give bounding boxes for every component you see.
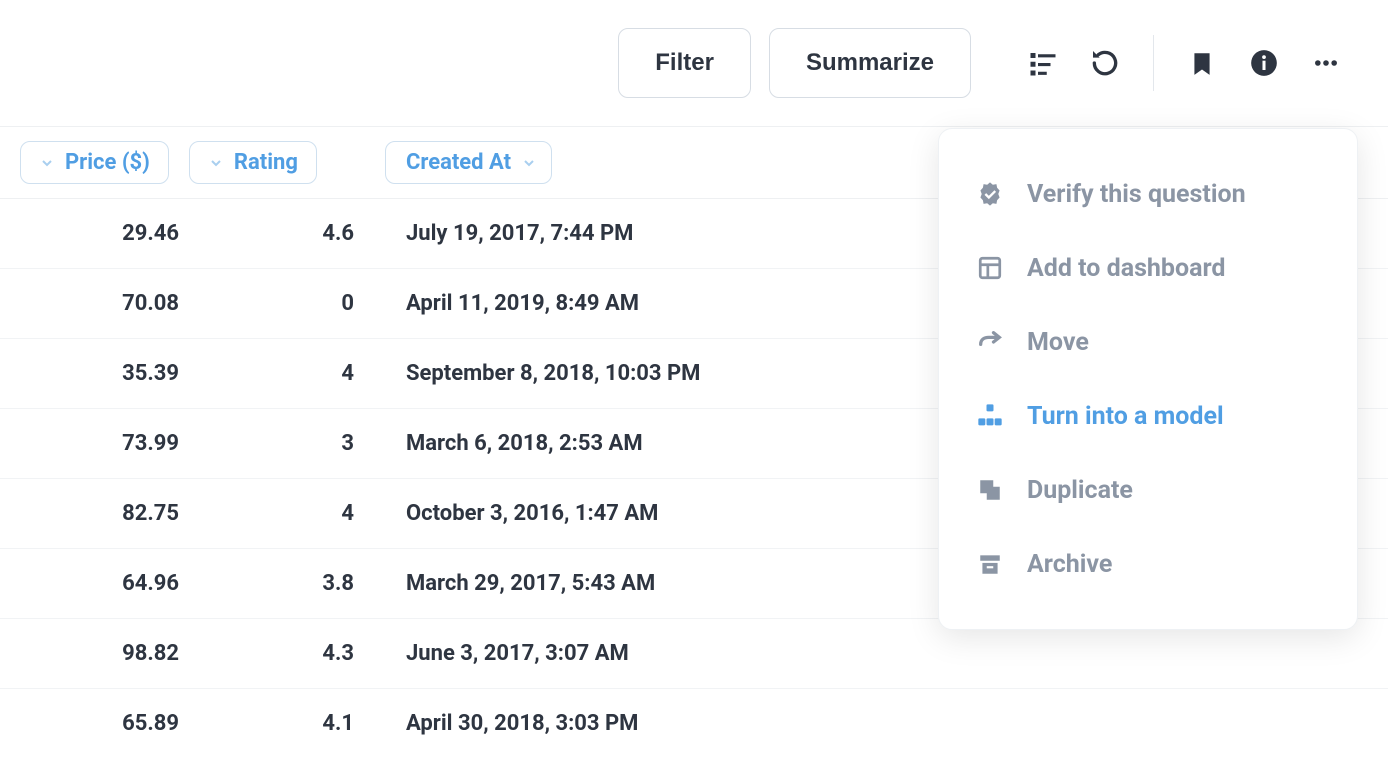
column-label: Created At [406, 150, 511, 175]
cell-price: 98.82 [20, 641, 195, 666]
cell-price: 73.99 [20, 431, 195, 456]
cell-rating: 4.6 [195, 221, 370, 246]
column-header-created[interactable]: Created At [385, 141, 552, 184]
menu-item-label: Move [1027, 328, 1089, 357]
menu-item-label: Turn into a model [1027, 402, 1224, 431]
cell-rating: 3.8 [195, 571, 370, 596]
cell-created: April 30, 2018, 3:03 PM [370, 711, 1388, 736]
column-label: Rating [234, 150, 298, 175]
column-label: Price ($) [65, 150, 150, 175]
cell-rating: 4 [195, 361, 370, 386]
menu-item-turn-model[interactable]: Turn into a model [939, 379, 1357, 453]
info-icon[interactable] [1242, 41, 1286, 85]
chevron-down-icon [208, 155, 224, 171]
question-actions-menu: Verify this question Add to dashboard Mo… [938, 128, 1358, 630]
chevron-down-icon [521, 155, 537, 171]
chevron-down-icon [39, 155, 55, 171]
cell-price: 64.96 [20, 571, 195, 596]
cell-price: 29.46 [20, 221, 195, 246]
bookmark-icon[interactable] [1180, 41, 1224, 85]
cell-created: June 3, 2017, 3:07 AM [370, 641, 1388, 666]
model-icon [975, 401, 1005, 431]
cell-rating: 4.1 [195, 711, 370, 736]
summarize-button[interactable]: Summarize [769, 28, 971, 98]
cell-rating: 3 [195, 431, 370, 456]
menu-item-label: Verify this question [1027, 180, 1246, 209]
table-row[interactable]: 65.89 4.1 April 30, 2018, 3:03 PM [0, 689, 1388, 758]
menu-item-archive[interactable]: Archive [939, 527, 1357, 601]
cell-rating: 4 [195, 501, 370, 526]
refresh-icon[interactable] [1083, 41, 1127, 85]
verified-badge-icon [975, 179, 1005, 209]
cell-price: 35.39 [20, 361, 195, 386]
column-header-price[interactable]: Price ($) [20, 141, 169, 184]
dashboard-icon [975, 253, 1005, 283]
menu-item-add-dashboard[interactable]: Add to dashboard [939, 231, 1357, 305]
cell-rating: 0 [195, 291, 370, 316]
more-icon[interactable] [1304, 41, 1348, 85]
menu-item-label: Duplicate [1027, 476, 1133, 505]
menu-item-verify[interactable]: Verify this question [939, 157, 1357, 231]
column-header-rating[interactable]: Rating [189, 141, 317, 184]
arrow-right-icon [975, 327, 1005, 357]
toolbar: Filter Summarize [0, 0, 1388, 127]
cell-price: 65.89 [20, 711, 195, 736]
cell-price: 82.75 [20, 501, 195, 526]
cell-rating: 4.3 [195, 641, 370, 666]
menu-item-move[interactable]: Move [939, 305, 1357, 379]
menu-item-duplicate[interactable]: Duplicate [939, 453, 1357, 527]
cell-price: 70.08 [20, 291, 195, 316]
archive-icon [975, 549, 1005, 579]
menu-item-label: Add to dashboard [1027, 254, 1225, 283]
menu-item-label: Archive [1027, 550, 1112, 579]
filter-button[interactable]: Filter [618, 28, 751, 98]
toolbar-divider [1153, 35, 1154, 91]
duplicate-icon [975, 475, 1005, 505]
list-icon[interactable] [1021, 41, 1065, 85]
